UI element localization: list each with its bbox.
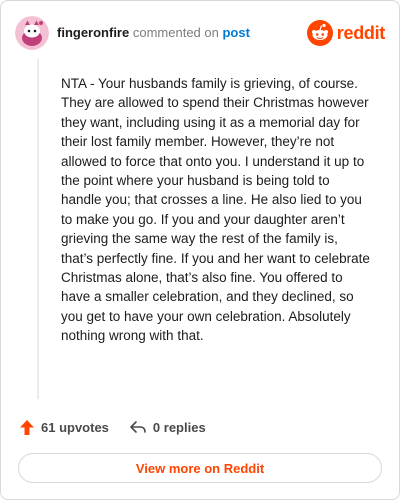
reply-button[interactable]: 0 replies (129, 419, 206, 435)
reddit-logo-icon (306, 20, 333, 46)
reddit-brand[interactable]: reddit (306, 20, 386, 46)
comment-header: fingeronfire commented on post reddit (15, 15, 385, 51)
reply-arrow-icon (130, 421, 146, 433)
comment-actions: 61 upvotes 0 replies (19, 416, 206, 438)
username-link[interactable]: fingeronfire (57, 25, 129, 40)
reply-count: 0 replies (152, 419, 206, 435)
action-text: commented on (132, 25, 219, 40)
comment-card: fingeronfire commented on post reddit NT… (0, 0, 400, 500)
upvote-count: 61 upvotes (41, 419, 109, 435)
reddit-wordmark: reddit (336, 22, 386, 43)
user-avatar-icon[interactable] (15, 16, 49, 50)
upvote-arrow-icon (20, 419, 34, 435)
comment-meta: fingeronfire commented on post (57, 25, 250, 41)
post-link[interactable]: post (222, 25, 249, 40)
upvote-button[interactable]: 61 upvotes (19, 419, 109, 436)
thread-line (37, 59, 39, 399)
comment-body: NTA - Your husbands family is grieving, … (61, 76, 370, 344)
view-more-button[interactable]: View more on Reddit (18, 453, 382, 483)
